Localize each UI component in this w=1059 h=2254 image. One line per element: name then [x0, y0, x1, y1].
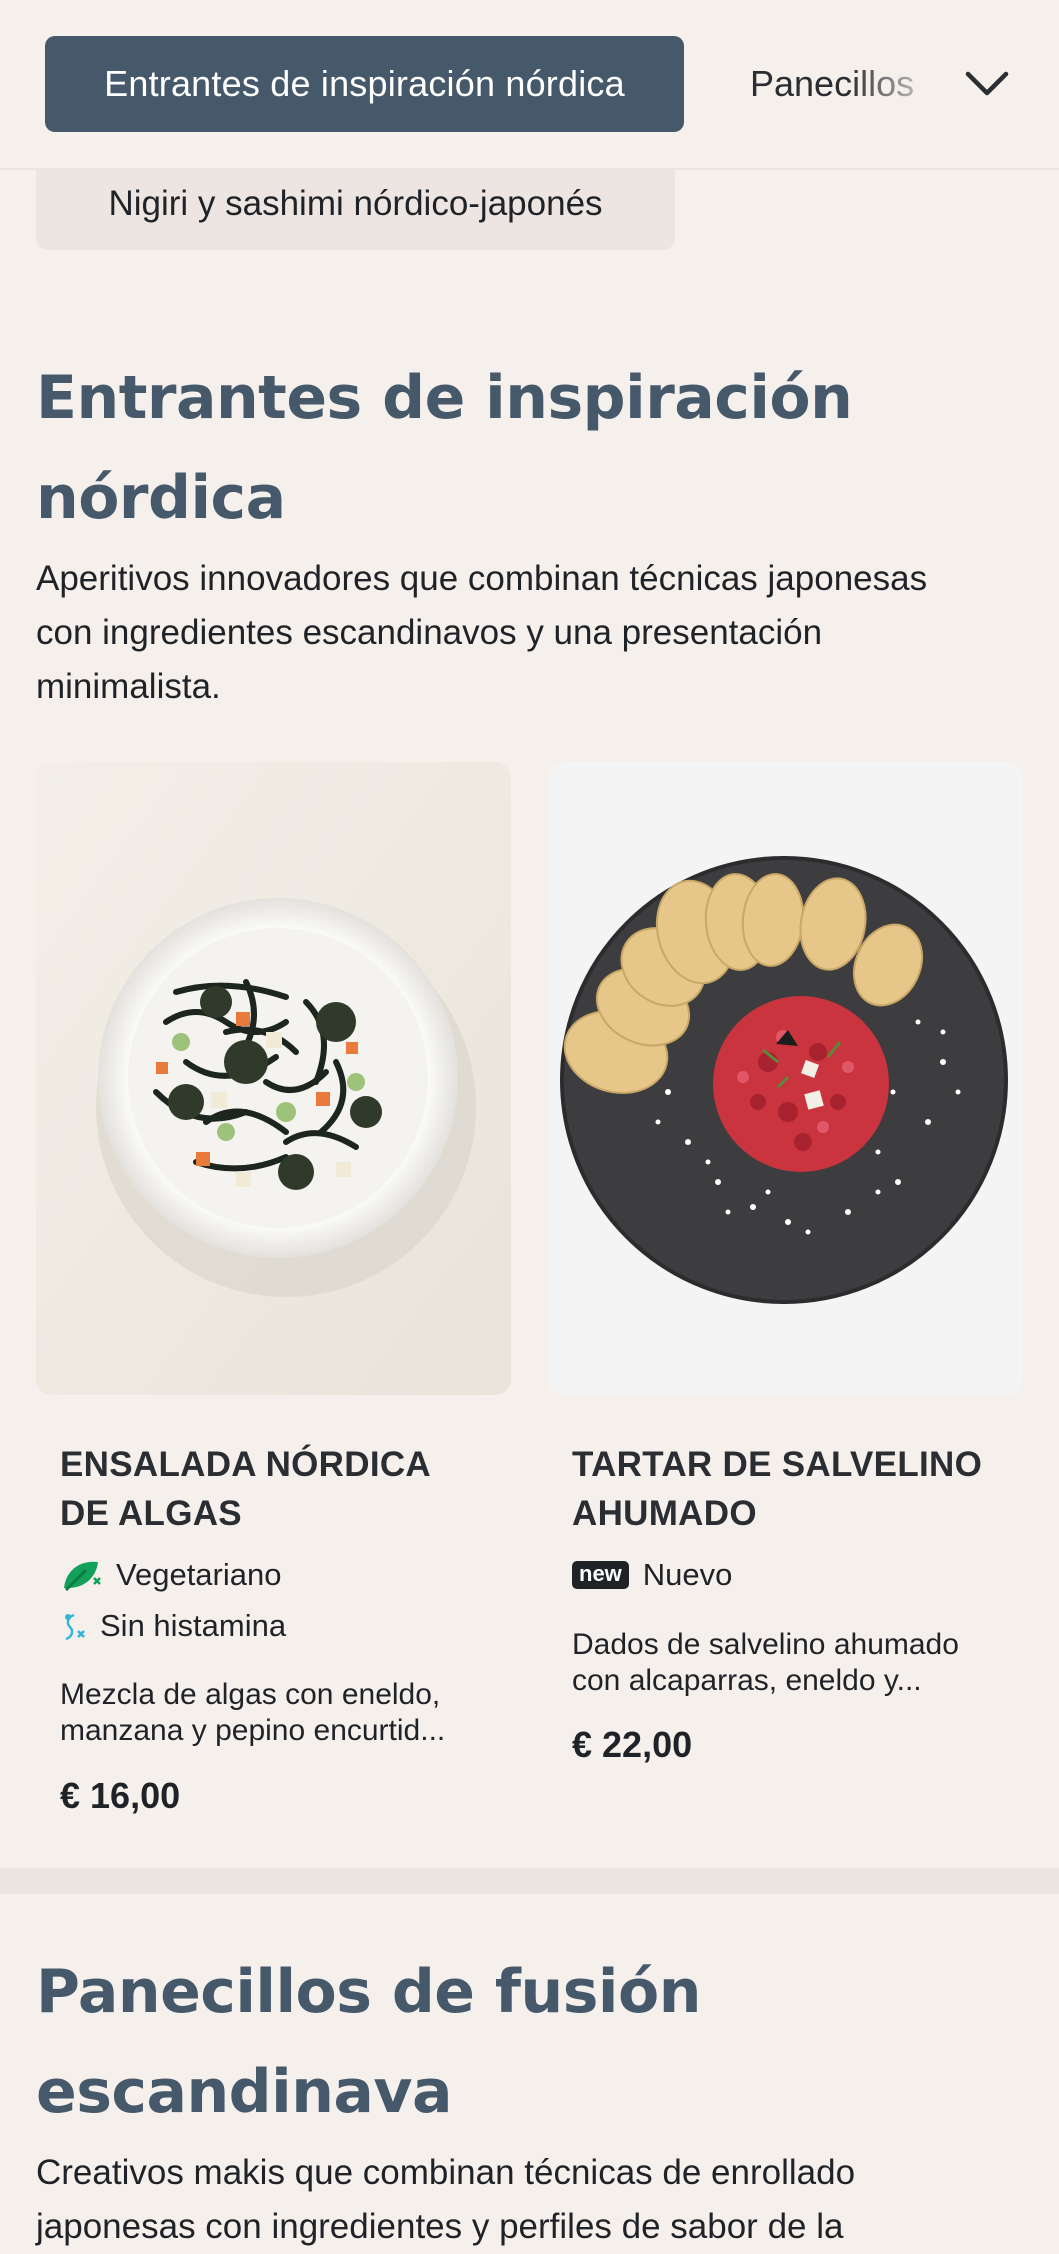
product-image-seaweed-salad[interactable] — [36, 762, 511, 1395]
category-chip-nigiri[interactable]: Nigiri y sashimi nórdico-japonés — [36, 158, 675, 250]
dietary-tag: Vegetariano — [60, 1555, 281, 1595]
product-name-line: AHUMADO — [572, 1494, 757, 1533]
category-nav-bar: Entrantes de inspiración nórdica Panecil… — [0, 0, 1059, 170]
section-divider — [0, 1868, 1059, 1894]
product-description-line: con alcaparras, eneldo y... — [572, 1664, 922, 1697]
section-description-line: Creativos makis que combinan técnicas de… — [36, 2153, 856, 2192]
section-description: Creativos makis que combinan técnicas de… — [36, 2146, 1036, 2254]
section-description: Aperitivos innovadores que combinan técn… — [36, 552, 1036, 714]
dietary-tag: Sin histamina — [60, 1606, 286, 1646]
category-tab-next[interactable]: Panecillos — [750, 56, 930, 112]
section-title: Panecillos de fusión escandinava — [36, 1942, 1026, 2142]
section-title-line: nórdica — [36, 463, 286, 533]
vegetarian-leaf-icon — [60, 1556, 104, 1594]
product-name[interactable]: TARTAR DE SALVELINO AHUMADO — [572, 1440, 1002, 1538]
product-description-line: manzana y pepino encurtid... — [60, 1714, 446, 1747]
product-price: € 16,00 — [60, 1775, 181, 1816]
product-price: € 22,00 — [572, 1724, 693, 1765]
section-title-line: Panecillos de fusión — [36, 1957, 701, 2027]
product-name-line: DE ALGAS — [60, 1494, 242, 1533]
product-description-line: Dados de salvelino ahumado — [572, 1628, 959, 1661]
new-badge: new — [572, 1561, 629, 1589]
section-description-line: con ingredientes escandinavos y una pres… — [36, 613, 823, 652]
product-description-line: Mezcla de algas con eneldo, — [60, 1678, 441, 1711]
product-description: Dados de salvelino ahumado con alcaparra… — [572, 1627, 1002, 1699]
section-description-line: Aperitivos innovadores que combinan técn… — [36, 559, 928, 598]
section-description-line: japonesas con ingredientes y perfiles de… — [36, 2207, 844, 2246]
product-name[interactable]: ENSALADA NÓRDICA DE ALGAS — [60, 1440, 490, 1538]
histamine-free-icon — [60, 1609, 88, 1643]
product-image-char-tartare[interactable] — [548, 762, 1023, 1395]
section-description-line: minimalista. — [36, 667, 221, 706]
product-description: Mezcla de algas con eneldo, manzana y pe… — [60, 1677, 490, 1749]
chevron-down-icon[interactable] — [962, 62, 1012, 106]
dietary-tag-label: Sin histamina — [100, 1608, 287, 1643]
new-tag-label: Nuevo — [642, 1557, 733, 1592]
section-title-line: escandinava — [36, 2057, 453, 2127]
section-title: Entrantes de inspiración nórdica — [36, 348, 1026, 548]
category-tab-active[interactable]: Entrantes de inspiración nórdica — [45, 36, 684, 132]
product-name-line: ENSALADA NÓRDICA — [60, 1445, 432, 1484]
section-title-line: Entrantes de inspiración — [36, 363, 853, 433]
new-tag: new Nuevo — [572, 1555, 732, 1595]
product-name-line: TARTAR DE SALVELINO — [572, 1445, 983, 1484]
dietary-tag-label: Vegetariano — [116, 1557, 282, 1592]
